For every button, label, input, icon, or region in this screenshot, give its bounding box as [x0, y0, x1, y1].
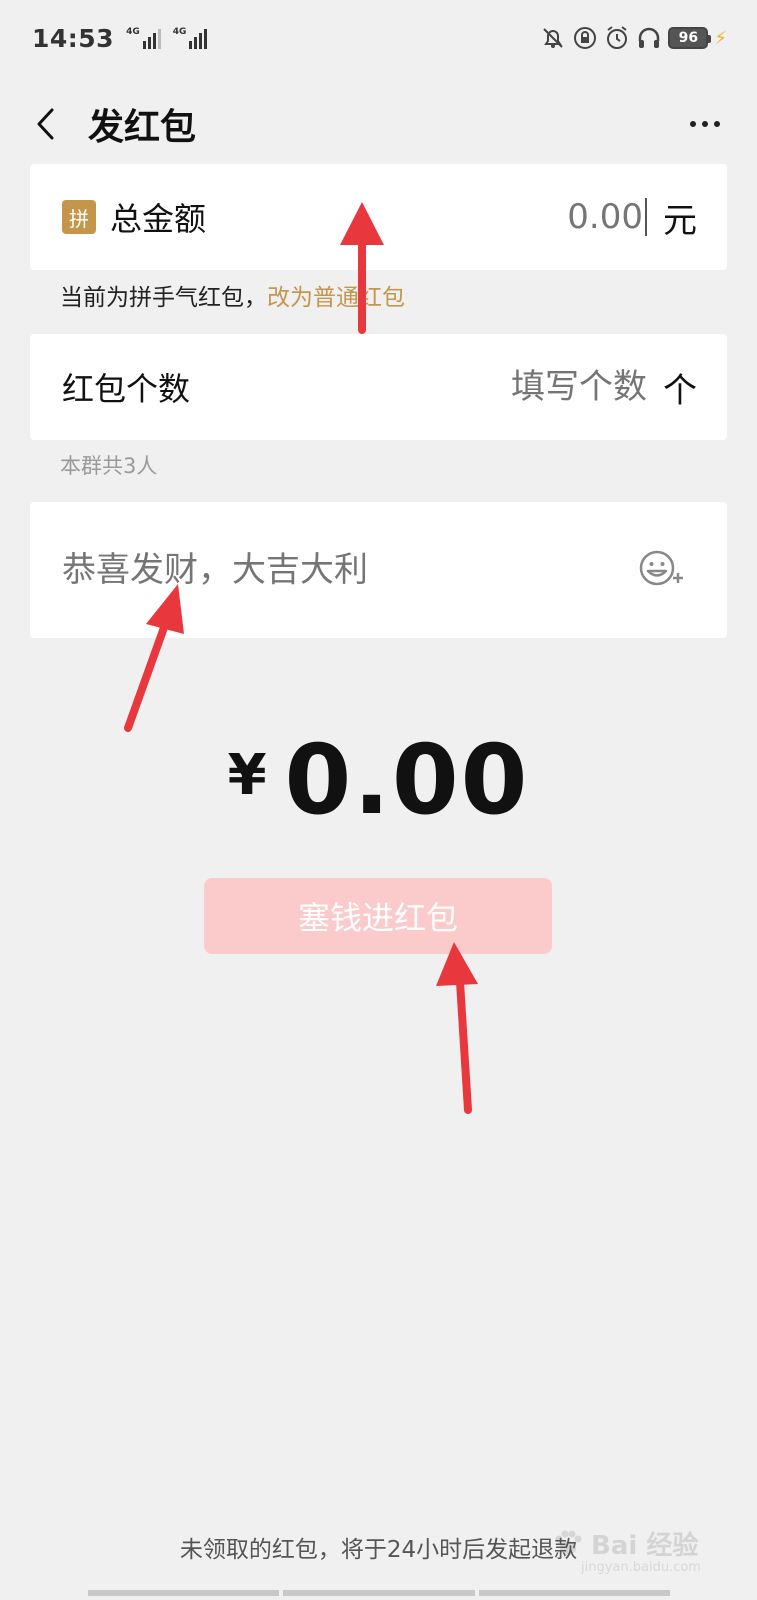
total-amount-label: 总金额 — [110, 200, 207, 238]
total-amount-row: 拼 总金额 元 — [30, 164, 727, 270]
status-bar: 14:53 4G 4G 96 ⚡ — [0, 0, 757, 76]
packet-count-row: 红包个数 个 — [30, 334, 727, 440]
group-member-hint: 本群共3人 — [60, 454, 158, 478]
emoji-add-icon[interactable] — [635, 544, 687, 596]
page-title: 发红包 — [88, 107, 197, 148]
switch-to-normal-link[interactable]: 改为普通红包 — [267, 285, 405, 311]
total-display: ¥ 0.00 — [0, 720, 757, 840]
total-amount-input[interactable] — [527, 198, 647, 236]
count-unit: 个 — [663, 370, 697, 411]
refund-note: 未领取的红包，将于24小时后发起退款 — [179, 1537, 578, 1563]
lock-icon — [574, 27, 597, 49]
battery-level: 96 — [668, 27, 712, 49]
total-value: 0.00 — [284, 724, 530, 836]
back-button[interactable] — [24, 102, 68, 146]
greeting-row — [30, 502, 727, 638]
greeting-input[interactable] — [62, 550, 635, 590]
currency-symbol: ¥ — [227, 742, 267, 808]
network-type-1: 4G — [126, 27, 140, 37]
headphones-icon — [639, 27, 660, 48]
packet-count-input[interactable] — [487, 367, 647, 407]
pin-badge: 拼 — [62, 200, 96, 234]
send-red-packet-button[interactable]: 塞钱进红包 — [204, 878, 552, 954]
alarm-icon — [607, 26, 628, 49]
nav-bar: 发红包 — [0, 76, 757, 172]
packet-count-label: 红包个数 — [62, 370, 191, 408]
red-packet-type-hint: 当前为拼手气红包，改为普通红包 — [60, 278, 405, 312]
type-hint-text: 当前为拼手气红包， — [60, 285, 267, 311]
status-time: 14:53 — [32, 23, 115, 53]
chevron-left-icon — [37, 108, 54, 140]
status-left: 14:53 4G 4G — [32, 23, 208, 53]
more-button[interactable] — [677, 102, 733, 146]
annotation-arrow-3 — [436, 942, 478, 1114]
signal-2-icon: 4G — [173, 27, 208, 49]
network-type-2: 4G — [172, 27, 187, 37]
battery-icon: 96 ⚡ — [668, 27, 727, 49]
bell-off-icon — [543, 28, 564, 48]
more-dots-icon — [690, 121, 696, 127]
signal-1-icon: 4G — [126, 27, 161, 49]
status-right: 96 ⚡ — [540, 25, 727, 51]
home-indicator[interactable] — [88, 1590, 670, 1596]
charging-icon: ⚡ — [714, 27, 727, 49]
amount-unit: 元 — [663, 200, 697, 241]
